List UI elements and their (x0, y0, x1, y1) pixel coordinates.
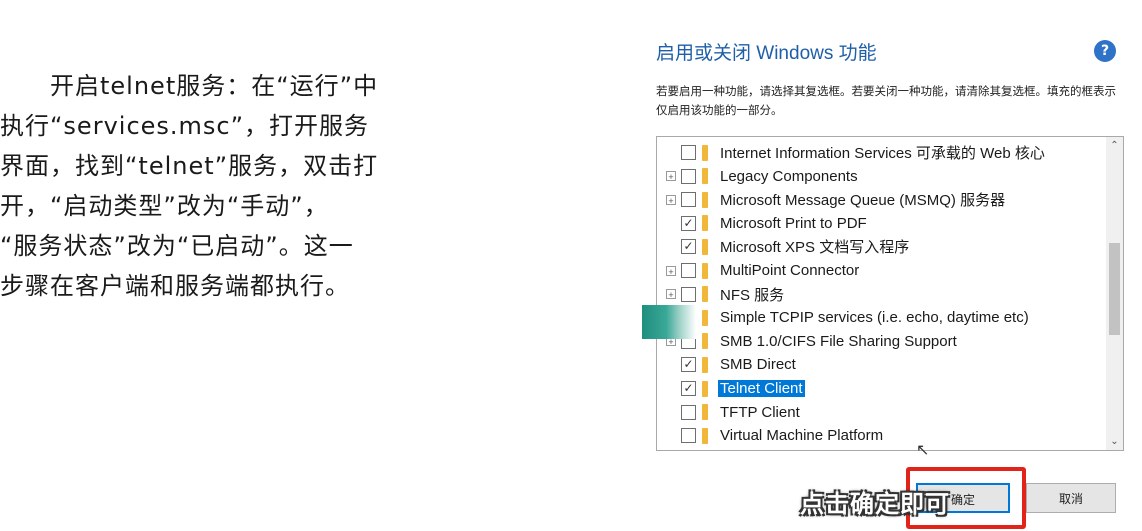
feature-label: Virtual Machine Platform (720, 427, 884, 445)
feature-label: Telnet Client (718, 380, 805, 397)
feature-checkbox[interactable]: ✓ (681, 215, 696, 231)
folder-icon (702, 380, 708, 397)
feature-row[interactable]: + SMB 1.0/CIFS File Sharing Support (657, 330, 1097, 353)
feature-row[interactable]: ✓ Microsoft Print to PDF (657, 212, 1097, 235)
folder-icon (702, 168, 708, 185)
feature-label: Microsoft Message Queue (MSMQ) 服务器 (720, 192, 1006, 210)
feature-checkbox[interactable]: ✓ (681, 239, 696, 255)
mouse-cursor-icon: ↖ (916, 440, 930, 459)
teal-marker (642, 305, 696, 339)
feature-row[interactable]: Simple TCPIP services (i.e. echo, daytim… (657, 306, 1097, 329)
slide-line: 步骤在客户端和服务端都执行。 (0, 272, 350, 300)
dialog-description: 若要启用一种功能，请选择其复选框。若要关闭一种功能，请清除其复选框。填充的框表示… (656, 84, 1116, 117)
folder-icon (702, 427, 708, 444)
feature-checkbox[interactable] (681, 286, 696, 302)
slide-line: 开启telnet服务：在“运行”中 (50, 72, 379, 100)
scrollbar[interactable]: ⌃ ⌄ (1106, 137, 1123, 450)
scroll-up-icon[interactable]: ⌃ (1106, 137, 1123, 154)
feature-checkbox[interactable] (681, 404, 696, 420)
feature-checkbox[interactable] (681, 168, 696, 184)
help-icon[interactable]: ? (1094, 40, 1116, 62)
feature-row[interactable]: + MultiPoint Connector (657, 259, 1097, 282)
video-subtitle: 点击确定即可 (800, 490, 950, 518)
feature-checkbox[interactable]: ✓ (681, 381, 696, 396)
feature-checkbox[interactable] (681, 263, 696, 278)
feature-label: SMB Direct (720, 356, 796, 374)
feature-label: MultiPoint Connector (720, 262, 860, 279)
slide-line: 界面，找到“telnet”服务，双击打 (0, 152, 379, 180)
slide-line: 执行“services.msc”，打开服务 (0, 112, 370, 140)
expand-icon[interactable]: + (666, 194, 676, 206)
feature-label: Internet Information Services 可承载的 Web 核… (720, 145, 1045, 162)
scroll-thumb[interactable] (1109, 243, 1120, 335)
slide-text: 开启telnet服务：在“运行”中 执行“services.msc”，打开服务 … (0, 66, 500, 306)
feature-label: NFS 服务 (720, 286, 785, 304)
feature-row[interactable]: Virtual Machine Platform (657, 424, 1097, 447)
feature-checkbox[interactable] (681, 192, 696, 208)
feature-checkbox[interactable] (681, 145, 696, 160)
feature-row[interactable]: ✓ Microsoft XPS 文档写入程序 (657, 235, 1097, 258)
expand-icon[interactable]: + (666, 289, 676, 300)
feature-row[interactable]: ✓ SMB Direct (657, 353, 1097, 376)
expand-icon[interactable]: + (666, 171, 676, 182)
feature-row[interactable]: TFTP Client (657, 401, 1097, 424)
folder-icon (702, 333, 708, 350)
cancel-button[interactable]: 取消 (1026, 483, 1116, 513)
feature-row[interactable]: + Legacy Components (657, 165, 1097, 188)
feature-checkbox[interactable] (681, 428, 696, 444)
feature-label: Microsoft XPS 文档写入程序 (720, 239, 910, 257)
folder-icon (702, 191, 708, 208)
feature-checkbox[interactable]: ✓ (681, 357, 696, 373)
dialog-title: 启用或关闭 Windows 功能 (656, 43, 877, 64)
folder-icon (702, 404, 708, 421)
folder-icon (702, 238, 708, 255)
feature-row[interactable]: Internet Information Services 可承载的 Web 核… (657, 141, 1097, 164)
folder-icon (702, 286, 708, 303)
feature-label: TFTP Client (720, 403, 800, 421)
folder-icon (702, 309, 708, 326)
feature-row[interactable]: ✓ Telnet Client (657, 377, 1097, 400)
feature-label: Microsoft Print to PDF (720, 214, 867, 232)
feature-label: SMB 1.0/CIFS File Sharing Support (720, 332, 957, 350)
folder-icon (702, 262, 708, 279)
windows-features-dialog: 启用或关闭 Windows 功能 ? 若要启用一种功能，请选择其复选框。若要关闭… (642, 22, 1142, 529)
feature-row[interactable]: + NFS 服务 (657, 283, 1097, 306)
folder-icon (702, 356, 708, 373)
feature-list[interactable]: ⌃ ⌄ Internet Information Services 可承载的 W… (656, 136, 1124, 451)
slide-line: 开，“启动类型”改为“手动”， (0, 192, 329, 220)
feature-row[interactable]: + Microsoft Message Queue (MSMQ) 服务器 (657, 188, 1097, 211)
slide-line: “服务状态”改为“已启动”。这一 (0, 232, 354, 260)
scroll-down-icon[interactable]: ⌄ (1106, 433, 1123, 450)
feature-label: Legacy Components (720, 167, 858, 185)
folder-icon (702, 215, 708, 232)
expand-icon[interactable]: + (666, 265, 676, 277)
feature-label: Simple TCPIP services (i.e. echo, daytim… (720, 309, 1029, 327)
folder-icon (702, 144, 708, 161)
